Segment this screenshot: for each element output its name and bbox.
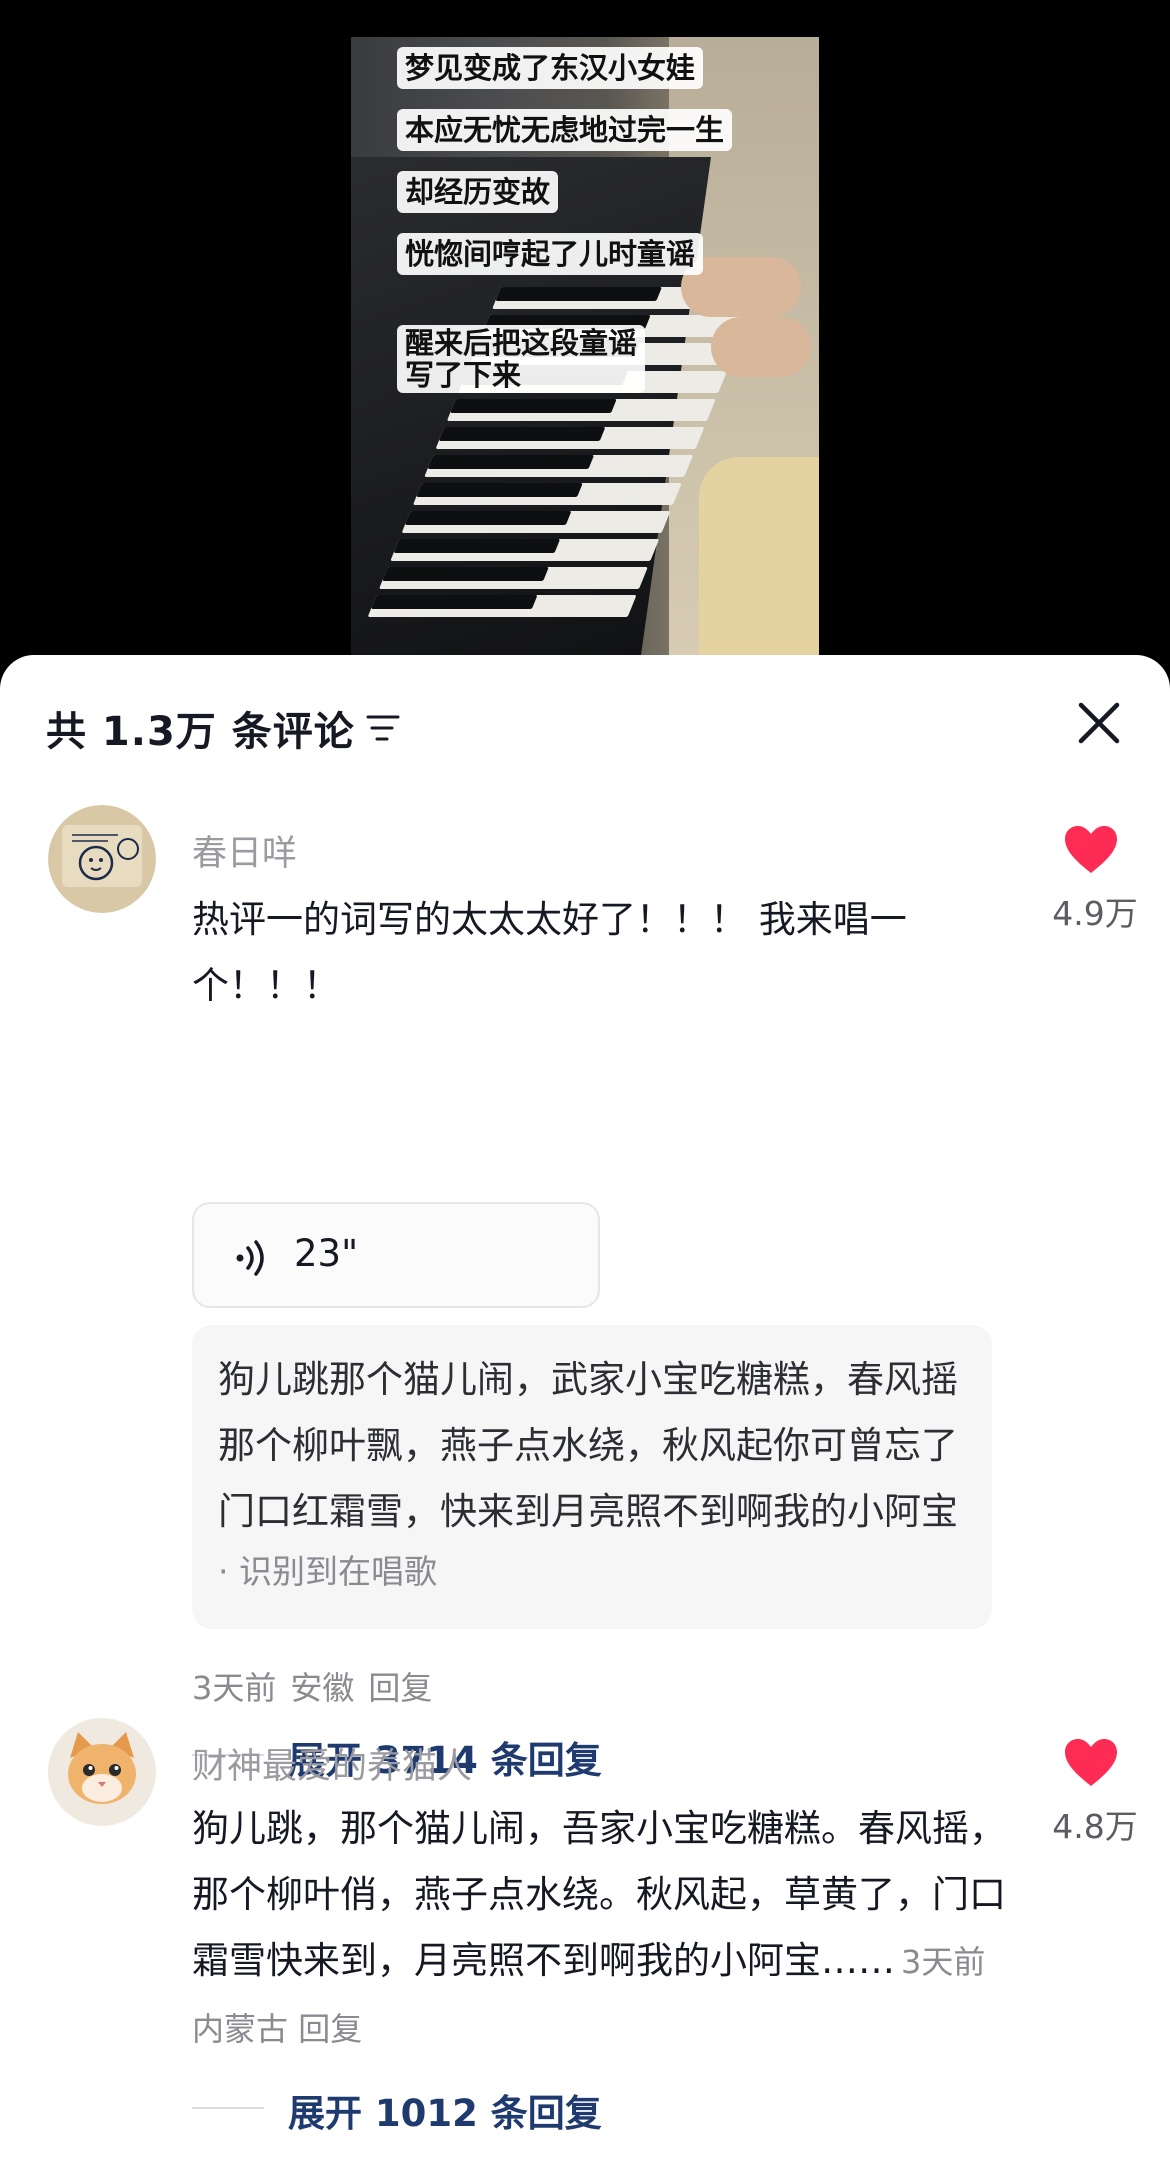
comment-text: 热评一的词写的太太太好了！！！ 我来唱一个！！！ xyxy=(192,898,907,1007)
like-count: 4.9万 xyxy=(1052,894,1138,933)
video-caption: 醒来后把这段童谣 写了下来 xyxy=(397,325,646,393)
hand-image xyxy=(711,317,811,377)
recognized-lyrics: 狗儿跳那个猫儿闹，武家小宝吃糖糕，春风摇那个柳叶飘，燕子点水绕，秋风起你可曾忘了… xyxy=(218,1358,958,1533)
close-icon[interactable] xyxy=(1075,699,1123,747)
comment-location: 安徽 xyxy=(290,1669,355,1707)
video-player[interactable]: 梦见变成了东汉小女娃 本应无忧无虑地过完一生 却经历变故 恍惚间哼起了儿时童谣 … xyxy=(0,0,1170,700)
comment-item: 春日咩 热评一的词写的太太太好了！！！ 我来唱一个！！！ 4.9万 23" 狗儿… xyxy=(0,805,1170,1707)
like-count: 4.8万 xyxy=(1052,1807,1138,1846)
video-caption: 却经历变故 xyxy=(397,171,559,213)
comment-time: 3天前 xyxy=(192,1669,277,1707)
comment-count-title: 共 1.3万 条评论 xyxy=(46,709,355,755)
comment-meta: 3天前 安徽 回复 xyxy=(192,1663,446,1709)
avatar[interactable] xyxy=(48,805,156,913)
expand-replies-label: 展开 1012 条回复 xyxy=(288,2092,602,2135)
avatar[interactable] xyxy=(48,1718,156,1826)
comment-text-body: 狗儿跳，那个猫儿闹，吾家小宝吃糖糕。春风摇，那个柳叶俏，燕子点水绕。秋风起，草黄… xyxy=(192,1807,1006,1982)
username[interactable]: 财神最爱的养猫人 xyxy=(192,1738,472,1789)
expand-replies-button[interactable]: 展开 1012 条回复 xyxy=(192,2083,752,2135)
comment-location: 内蒙古 xyxy=(192,2010,289,2048)
video-frame: 梦见变成了东汉小女娃 本应无忧无虑地过完一生 却经历变故 恍惚间哼起了儿时童谣 … xyxy=(351,37,819,657)
comment-sheet-header: 共 1.3万 条评论 xyxy=(0,655,1170,795)
video-caption: 本应无忧无虑地过完一生 xyxy=(397,109,733,151)
username[interactable]: 春日咩 xyxy=(192,825,297,876)
video-caption: 梦见变成了东汉小女娃 xyxy=(397,47,704,89)
heart-icon[interactable] xyxy=(1063,825,1119,875)
sound-wave-icon xyxy=(236,1240,264,1276)
divider xyxy=(192,2107,264,2109)
song-recognition-box: 狗儿跳那个猫儿闹，武家小宝吃糖糕，春风摇那个柳叶飘，燕子点水绕，秋风起你可曾忘了… xyxy=(192,1325,992,1629)
comment-sheet: 共 1.3万 条评论 春日咩 热评一的词写的太太太好了！！！ 我来唱一个！！！ … xyxy=(0,655,1170,2159)
voice-message-button[interactable]: 23" xyxy=(192,1202,600,1308)
pajama-image xyxy=(699,457,819,657)
video-caption: 恍惚间哼起了儿时童谣 xyxy=(397,233,704,275)
voice-duration: 23" xyxy=(294,1232,359,1275)
reply-button[interactable]: 回复 xyxy=(368,1669,432,1707)
heart-icon[interactable] xyxy=(1063,1738,1119,1788)
comment-text: 狗儿跳，那个猫儿闹，吾家小宝吃糖糕。春风摇，那个柳叶俏，燕子点水绕。秋风起，草黄… xyxy=(192,1796,1012,2062)
filter-icon[interactable] xyxy=(366,713,400,743)
comment-time: 3天前 xyxy=(901,1943,986,1981)
song-recognized-tag: · 识别到在唱歌 xyxy=(218,1552,437,1591)
reply-button[interactable]: 回复 xyxy=(298,2010,362,2048)
